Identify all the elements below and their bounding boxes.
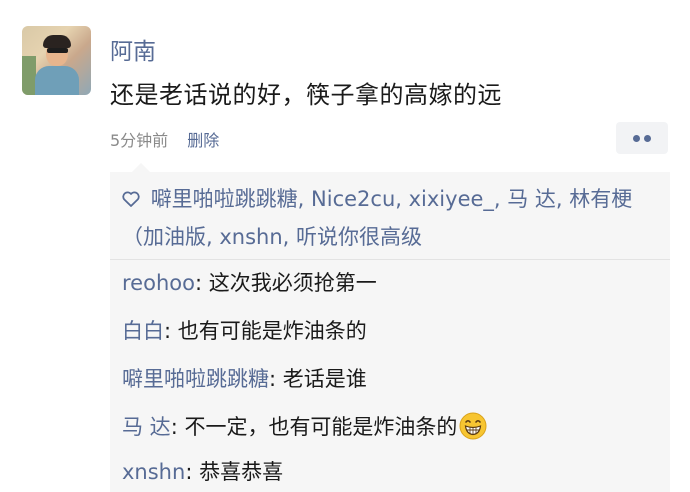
post-author-name[interactable]: 阿南: [110, 32, 156, 66]
comment-author[interactable]: 白白: [122, 319, 164, 343]
comment-text: : 这次我必须抢第一: [194, 271, 377, 295]
more-dot-icon: [633, 135, 640, 142]
comment-author[interactable]: reohoo: [122, 271, 195, 295]
likes-names[interactable]: 噼里啪啦跳跳糖, Nice2cu, xixiyee_, 马 达, 林有梗（加油版…: [122, 187, 632, 249]
delete-button[interactable]: 删除: [187, 131, 219, 150]
heart-outline-icon: [122, 180, 144, 218]
more-dot-icon: [644, 135, 651, 142]
more-options-button[interactable]: [616, 122, 668, 154]
comment-text: : 老话是谁: [269, 367, 367, 391]
comment-author[interactable]: 噼里啪啦跳跳糖: [122, 367, 269, 391]
comment-row[interactable]: 马 达: 不一定，也有可能是炸油条的: [122, 411, 487, 441]
grinning-face-icon: [459, 412, 487, 440]
avatar-hair: [43, 35, 71, 48]
post-meta: 5分钟前 删除: [110, 127, 219, 151]
comment-row[interactable]: 噼里啪啦跳跳糖: 老话是谁: [122, 363, 367, 393]
comment-text: : 不一定，也有可能是炸油条的: [170, 415, 458, 439]
avatar-shirt: [35, 66, 79, 95]
interaction-panel: 噼里啪啦跳跳糖, Nice2cu, xixiyee_, 马 达, 林有梗（加油版…: [110, 163, 670, 492]
comment-text: : 也有可能是炸油条的: [164, 319, 367, 343]
post-time: 5分钟前: [110, 131, 169, 150]
post-content: 还是老话说的好，筷子拿的高嫁的远: [110, 81, 502, 109]
comment-row[interactable]: 白白: 也有可能是炸油条的: [122, 315, 367, 345]
comment-author[interactable]: 马 达: [122, 415, 171, 439]
likes-list: 噼里啪啦跳跳糖, Nice2cu, xixiyee_, 马 达, 林有梗（加油版…: [122, 180, 652, 256]
comment-text: : 恭喜恭喜: [185, 460, 284, 484]
comment-row[interactable]: reohoo: 这次我必须抢第一: [122, 267, 377, 297]
comment-row[interactable]: xnshn: 恭喜恭喜: [122, 456, 283, 486]
divider: [110, 259, 670, 260]
avatar-plant: [22, 56, 36, 95]
comment-author[interactable]: xnshn: [122, 460, 185, 484]
avatar[interactable]: [22, 26, 91, 95]
avatar-glasses: [47, 48, 68, 53]
